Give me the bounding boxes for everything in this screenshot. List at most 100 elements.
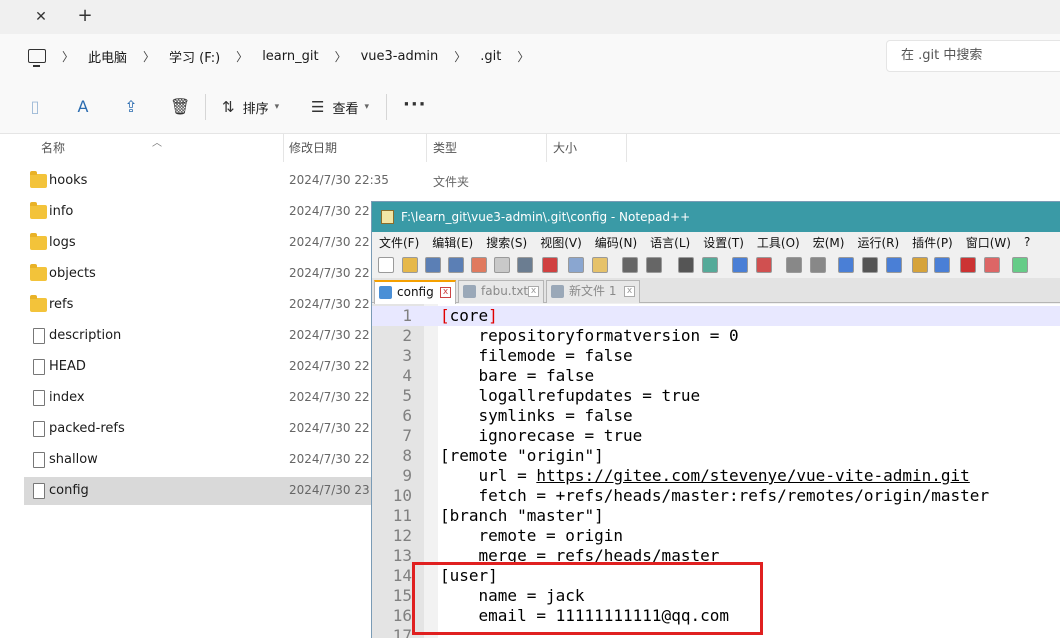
npp-menu-item[interactable]: ? [1024,235,1030,249]
npp-menu-item[interactable]: 文件(F) [379,234,419,251]
code-line[interactable]: 8 [remote "origin"] [372,446,1060,466]
paste-icon[interactable]: ▯ [26,98,44,116]
npp-menu-item[interactable]: 编码(N) [595,234,637,251]
npp-menu-item[interactable]: 视图(V) [540,234,582,251]
tab-config[interactable]: config x [374,280,456,304]
npp-toolbar-button-icon[interactable] [494,257,510,273]
npp-toolbar-button-icon[interactable] [592,257,608,273]
code-line[interactable]: 11 [branch "master"] [372,506,1060,526]
npp-toolbar-button-icon[interactable] [425,257,441,273]
npp-toolbar-button-icon[interactable] [732,257,748,273]
chevron-right-icon[interactable]: 〉 [143,48,155,65]
line-number: 1 [402,306,412,325]
file-row[interactable]: hooks 2024/7/30 22:35 文件夹 [24,167,1060,195]
code-line[interactable]: 3 filemode = false [372,346,1060,366]
code-line[interactable]: 4 bare = false [372,366,1060,386]
chevron-right-icon[interactable]: 〉 [454,48,466,65]
npp-title-bar[interactable]: F:\learn_git\vue3-admin\.git\config - No… [372,202,1060,232]
column-divider[interactable] [426,134,427,162]
chevron-right-icon[interactable]: 〉 [236,48,248,65]
column-header-type[interactable]: 类型 [433,140,457,162]
npp-menu-item[interactable]: 插件(P) [912,234,953,251]
delete-icon[interactable]: 🗑 [170,98,190,116]
code-line[interactable]: 5 logallrefupdates = true [372,386,1060,406]
file-modified-date: 2024/7/30 22:3 [289,452,382,466]
close-tab-icon[interactable]: x [440,287,451,298]
npp-toolbar-button-icon[interactable] [838,257,854,273]
npp-menu-item[interactable]: 搜索(S) [486,234,527,251]
npp-toolbar-button-icon[interactable] [678,257,694,273]
computer-icon[interactable] [28,49,46,67]
more-options-icon[interactable]: ··· [403,94,427,115]
npp-menu-item[interactable]: 运行(R) [857,234,899,251]
explorer-tab-strip: ✕ + [0,0,1060,34]
npp-toolbar-button-icon[interactable] [471,257,487,273]
npp-menu-item[interactable]: 窗口(W) [966,234,1011,251]
npp-toolbar-button-icon[interactable] [402,257,418,273]
npp-toolbar-button-icon[interactable] [934,257,950,273]
breadcrumb-this-pc[interactable]: 此电脑 [88,47,127,66]
file-modified-date: 2024/7/30 23:0 [289,483,382,497]
code-line[interactable]: 9 url = https://gitee.com/stevenye/vue-v… [372,466,1060,486]
code-line[interactable]: 6 symlinks = false [372,406,1060,426]
npp-menu-item[interactable]: 宏(M) [813,234,845,251]
npp-toolbar-button-icon[interactable] [517,257,533,273]
chevron-right-icon[interactable]: 〉 [517,48,529,65]
breadcrumb[interactable]: 〉 此电脑 〉 学习 (F:) 〉 learn_git 〉 vue3-admin… [16,40,878,72]
breadcrumb-git[interactable]: .git [480,49,501,64]
column-divider[interactable] [283,134,284,162]
npp-toolbar-button-icon[interactable] [984,257,1000,273]
rename-icon[interactable]: A [74,98,92,116]
code-text: bare = false [440,366,595,385]
close-tab-icon[interactable]: ✕ [33,9,49,25]
column-header-size[interactable]: 大小 [553,140,577,162]
close-tab-icon[interactable]: x [624,286,635,297]
line-number: 16 [392,606,412,625]
file-modified-date: 2024/7/30 22:3 [289,390,382,404]
view-list-icon: ☰ [311,98,325,116]
code-line[interactable]: 1 [core] [372,306,1060,326]
file-modified-date: 2024/7/30 22:3 [289,421,382,435]
npp-toolbar-button-icon[interactable] [378,257,394,273]
view-button[interactable]: ☰ 查看 ▾ [311,97,369,117]
npp-toolbar-button-icon[interactable] [786,257,802,273]
breadcrumb-vue3-admin[interactable]: vue3-admin [361,49,439,64]
column-divider[interactable] [546,134,547,162]
file-icon [33,359,45,375]
npp-toolbar-button-icon[interactable] [542,257,558,273]
npp-toolbar-button-icon[interactable] [622,257,638,273]
tab-fabu[interactable]: fabu.txt x [458,280,544,303]
npp-menu-item[interactable]: 编辑(E) [432,234,473,251]
npp-toolbar-button-icon[interactable] [1012,257,1028,273]
npp-toolbar-button-icon[interactable] [448,257,464,273]
chevron-right-icon[interactable]: 〉 [335,48,347,65]
breadcrumb-drive[interactable]: 学习 (F:) [169,47,220,66]
sort-button[interactable]: ⇅ 排序 ▾ [222,97,279,117]
code-line[interactable]: 2 repositoryformatversion = 0 [372,326,1060,346]
column-divider[interactable] [626,134,627,162]
npp-toolbar-button-icon[interactable] [646,257,662,273]
npp-toolbar-button-icon[interactable] [568,257,584,273]
npp-toolbar-button-icon[interactable] [960,257,976,273]
npp-toolbar-button-icon[interactable] [756,257,772,273]
breadcrumb-learn-git[interactable]: learn_git [262,49,318,64]
column-header-name[interactable]: 名称 [41,140,65,162]
npp-toolbar-button-icon[interactable] [862,257,878,273]
new-tab-icon[interactable]: + [77,6,93,26]
share-icon[interactable]: ⇪ [122,98,140,116]
npp-menu-item[interactable]: 设置(T) [703,234,744,251]
npp-toolbar-button-icon[interactable] [912,257,928,273]
column-header-date[interactable]: 修改日期 [289,140,337,162]
npp-toolbar-button-icon[interactable] [810,257,826,273]
close-tab-icon[interactable]: x [528,286,539,297]
npp-toolbar-button-icon[interactable] [702,257,718,273]
tab-new-file-1[interactable]: 新文件 1 x [546,280,640,303]
npp-menu-item[interactable]: 语言(L) [650,234,690,251]
npp-toolbar-button-icon[interactable] [886,257,902,273]
code-line[interactable]: 12 remote = origin [372,526,1060,546]
code-line[interactable]: 10 fetch = +refs/heads/master:refs/remot… [372,486,1060,506]
search-input[interactable]: 在 .git 中搜索 [886,40,1060,72]
chevron-right-icon[interactable]: 〉 [62,48,74,65]
code-line[interactable]: 7 ignorecase = true [372,426,1060,446]
npp-menu-item[interactable]: 工具(O) [757,234,800,251]
